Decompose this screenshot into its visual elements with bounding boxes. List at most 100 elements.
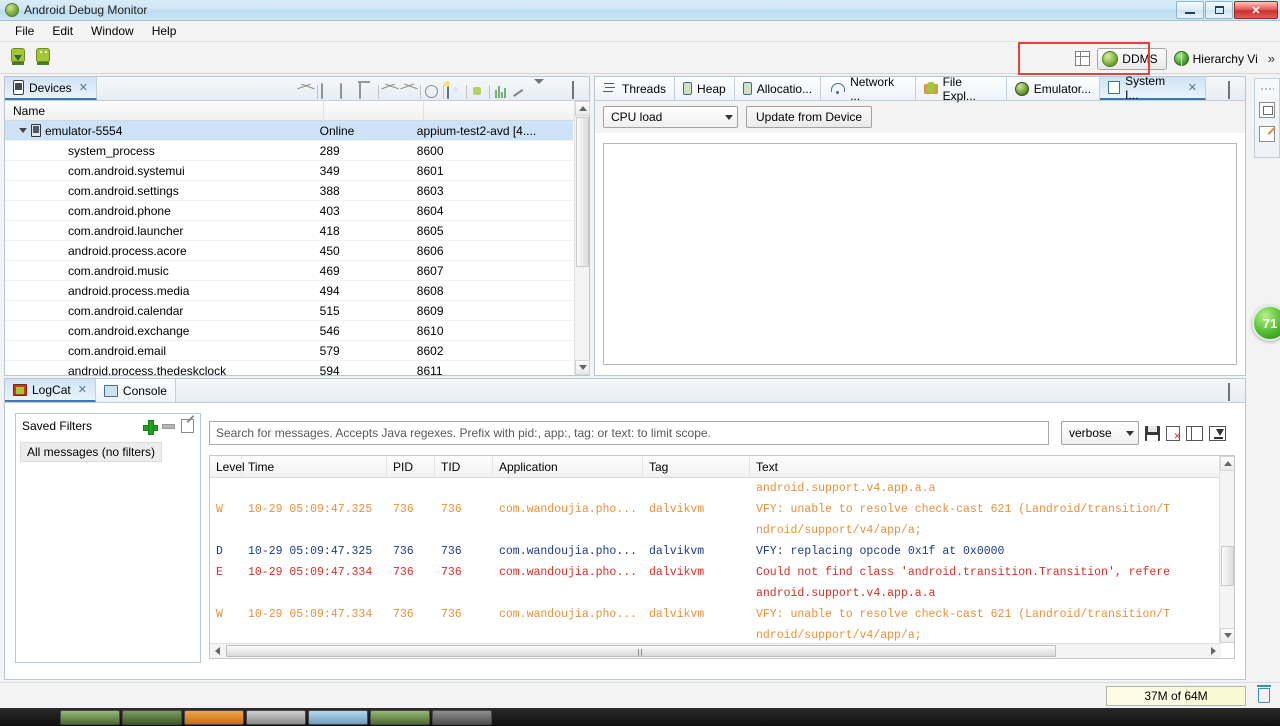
minimize-icon[interactable] bbox=[1206, 386, 1222, 402]
column-3[interactable] bbox=[424, 100, 589, 121]
log-vertical-scrollbar[interactable] bbox=[1219, 456, 1234, 643]
thread-bars-icon[interactable] bbox=[493, 84, 509, 100]
close-icon[interactable]: ✕ bbox=[1188, 81, 1197, 94]
column-time[interactable]: Time bbox=[242, 456, 387, 478]
table-row[interactable]: com.android.settings 388 8603 bbox=[5, 181, 573, 201]
log-row[interactable]: W 10-29 05:09:47.325 736 736 com.wandoujia.p… bbox=[210, 499, 1219, 520]
device-emulator-icon[interactable] bbox=[470, 84, 486, 100]
log-row[interactable]: android.support.v4.app.a.a bbox=[210, 478, 1219, 499]
taskbar-item[interactable] bbox=[246, 709, 306, 725]
menu-file[interactable]: File bbox=[6, 22, 43, 40]
table-row[interactable]: com.android.launcher 418 8605 bbox=[5, 221, 573, 241]
perspective-hierarchy-button[interactable]: Hierarchy Vi bbox=[1170, 49, 1262, 68]
search-input[interactable]: Search for messages. Accepts Java regexe… bbox=[209, 421, 1049, 445]
save-log-icon[interactable] bbox=[1145, 425, 1160, 441]
restore-view-icon[interactable] bbox=[1259, 102, 1275, 118]
tab-logcat[interactable]: LogCat ✕ bbox=[5, 379, 96, 402]
tab-system-i[interactable]: System I... ✕ bbox=[1100, 74, 1206, 102]
metric-select[interactable]: CPU load bbox=[603, 106, 738, 128]
table-row[interactable]: android.process.media 494 8608 bbox=[5, 281, 573, 301]
taskbar-item[interactable] bbox=[184, 709, 244, 725]
screen-capture-icon[interactable] bbox=[444, 81, 463, 100]
start-method-profiling-icon[interactable] bbox=[401, 84, 417, 100]
table-row[interactable]: system_process 289 8600 bbox=[5, 141, 573, 161]
clear-heap-icon[interactable] bbox=[1257, 685, 1271, 703]
view-menu-icon[interactable] bbox=[531, 79, 547, 100]
scroll-thumb[interactable] bbox=[576, 117, 589, 267]
add-filter-icon[interactable] bbox=[143, 419, 158, 435]
column-text[interactable]: Text bbox=[750, 456, 1234, 478]
remove-filter-icon[interactable] bbox=[162, 423, 175, 429]
clear-log-icon[interactable] bbox=[1166, 425, 1181, 441]
open-perspective-button[interactable] bbox=[1071, 49, 1094, 68]
minimize-icon[interactable] bbox=[550, 84, 566, 100]
menu-help[interactable]: Help bbox=[143, 22, 186, 40]
log-row[interactable]: android.support.v4.app.a.a bbox=[210, 583, 1219, 604]
scroll-thumb[interactable] bbox=[226, 645, 1056, 657]
minimize-icon[interactable] bbox=[1206, 84, 1222, 100]
log-row[interactable]: E 10-29 05:09:47.334 736 736 com.wandoujia.p… bbox=[210, 562, 1219, 583]
tab-file-expl[interactable]: File Expl... bbox=[915, 75, 1007, 103]
drag-handle-dots[interactable] bbox=[1260, 87, 1274, 92]
maximize-icon[interactable] bbox=[1225, 81, 1241, 100]
column-2[interactable] bbox=[324, 100, 425, 121]
perspective-more-button[interactable]: » bbox=[1265, 51, 1278, 66]
edit-view-icon[interactable] bbox=[1259, 126, 1275, 142]
edit-filter-icon[interactable] bbox=[181, 419, 194, 433]
close-icon[interactable]: ✕ bbox=[79, 81, 88, 94]
column-name[interactable]: Name bbox=[5, 100, 325, 121]
update-from-device-button[interactable]: Update from Device bbox=[746, 106, 873, 128]
table-row[interactable]: com.android.phone 403 8604 bbox=[5, 201, 573, 221]
taskbar-item[interactable] bbox=[308, 709, 368, 725]
table-row[interactable]: com.android.calendar 515 8609 bbox=[5, 301, 573, 321]
log-row[interactable]: ndroid/support/v4/app/a; bbox=[210, 520, 1219, 541]
tab-threads[interactable]: Threads bbox=[595, 77, 676, 100]
log-row[interactable]: ndroid/support/v4/app/a; bbox=[210, 625, 1219, 642]
menu-window[interactable]: Window bbox=[82, 22, 143, 40]
scroll-left-button[interactable] bbox=[210, 644, 225, 658]
heap-status-indicator[interactable]: 37M of 64M bbox=[1106, 686, 1246, 706]
taskbar-item[interactable] bbox=[432, 709, 492, 725]
log-level-select[interactable]: verbose bbox=[1061, 421, 1139, 445]
table-row[interactable]: emulator-5554 Online appium-test2-avd [4..… bbox=[5, 121, 573, 141]
tab-console[interactable]: Console bbox=[95, 379, 176, 402]
table-row[interactable]: android.process.acore 450 8606 bbox=[5, 241, 573, 261]
cause-gc-icon[interactable] bbox=[359, 83, 375, 100]
scroll-lock-icon[interactable] bbox=[1209, 425, 1226, 441]
scroll-thumb[interactable] bbox=[1221, 546, 1234, 586]
perspective-ddms-button[interactable]: DDMS bbox=[1097, 47, 1167, 70]
table-row[interactable]: com.android.systemui 349 8601 bbox=[5, 161, 573, 181]
column-application[interactable]: Application bbox=[493, 456, 643, 478]
maximize-icon[interactable] bbox=[1225, 383, 1241, 402]
minimize-button[interactable] bbox=[1176, 1, 1204, 19]
tab-allocatio[interactable]: Allocatio... bbox=[734, 77, 822, 100]
table-row[interactable]: com.android.music 469 8607 bbox=[5, 261, 573, 281]
close-button[interactable]: ✕ bbox=[1234, 1, 1278, 19]
tab-heap[interactable]: Heap bbox=[675, 77, 735, 100]
column-pid[interactable]: PID bbox=[387, 456, 435, 478]
log-row[interactable]: D 10-29 05:09:47.325 736 736 com.wandoujia.p… bbox=[210, 541, 1219, 562]
taskbar-item[interactable] bbox=[122, 709, 182, 725]
debug-process-icon[interactable] bbox=[298, 84, 314, 100]
menu-edit[interactable]: Edit bbox=[43, 22, 82, 40]
table-row[interactable]: com.android.exchange 546 8610 bbox=[5, 321, 573, 341]
column-tid[interactable]: TID bbox=[435, 456, 493, 478]
table-row[interactable]: android.process.thedeskclock 594 8611 bbox=[5, 361, 573, 376]
scroll-down-button[interactable] bbox=[575, 360, 590, 375]
tab-emulator[interactable]: Emulator... bbox=[1006, 77, 1101, 100]
log-horizontal-scrollbar[interactable] bbox=[210, 643, 1221, 658]
scroll-right-button[interactable] bbox=[1206, 644, 1221, 658]
column-level[interactable]: Level bbox=[210, 456, 245, 478]
scroll-down-button[interactable] bbox=[1220, 628, 1234, 643]
log-row[interactable]: W 10-29 05:09:47.334 736 736 com.wandoujia.p… bbox=[210, 604, 1219, 625]
tab-devices[interactable]: Devices ✕ bbox=[5, 77, 97, 100]
device-monitor-icon[interactable] bbox=[33, 46, 53, 66]
close-icon[interactable]: ✕ bbox=[78, 383, 87, 396]
device-screen-capture-icon[interactable] bbox=[8, 46, 28, 66]
column-tag[interactable]: Tag bbox=[643, 456, 750, 478]
scroll-up-button[interactable] bbox=[575, 101, 590, 116]
list-item[interactable]: All messages (no filters) bbox=[20, 442, 163, 462]
devices-vertical-scrollbar[interactable] bbox=[574, 101, 590, 375]
taskbar-item[interactable] bbox=[60, 709, 120, 725]
update-threads-icon[interactable] bbox=[382, 84, 398, 100]
